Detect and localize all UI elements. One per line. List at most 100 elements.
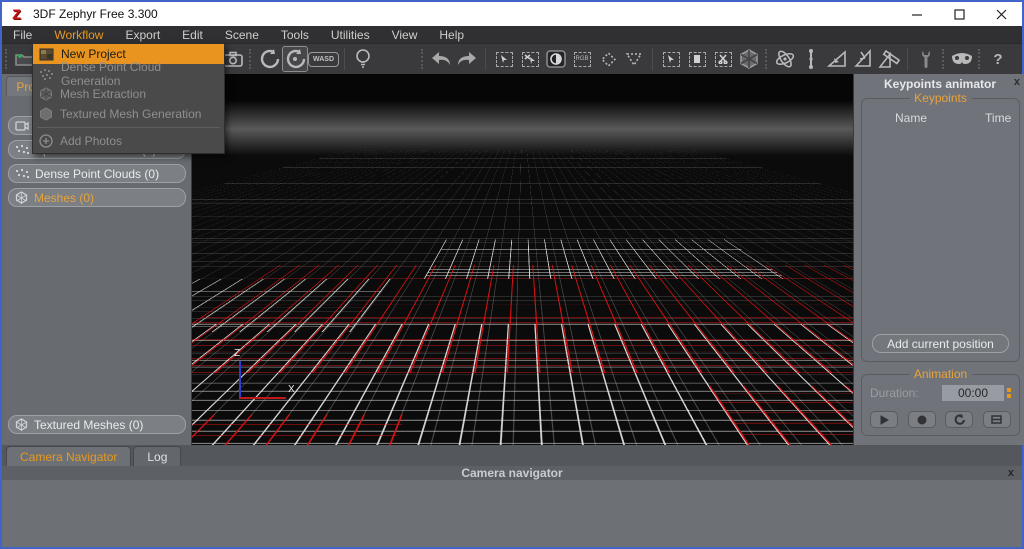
menu-edit[interactable]: Edit: [171, 26, 214, 43]
titlebar: Z 3DF Zephyr Free 3.300: [2, 2, 1022, 26]
select-points-icon[interactable]: [491, 46, 517, 72]
undo-icon[interactable]: [428, 46, 454, 72]
spin-down-icon[interactable]: [1007, 394, 1011, 398]
red-grid-region: [192, 265, 853, 373]
menu-file[interactable]: File: [2, 26, 43, 43]
lasso-selection-icon[interactable]: [595, 46, 621, 72]
textured-meshes-bar[interactable]: Textured Meshes (0): [8, 415, 186, 434]
viewport-sky: [192, 74, 853, 102]
keypoints-groupbox: Keypoints Name Time Add current position: [861, 98, 1020, 362]
menu-item-label: Textured Mesh Generation: [60, 107, 201, 121]
camera-navigator-title: Camera navigator: [461, 466, 562, 480]
horizon-glow: [192, 100, 853, 156]
menu-export[interactable]: Export: [114, 26, 171, 43]
menu-item-label: New Project: [61, 47, 126, 61]
orbit-mode-icon[interactable]: [282, 46, 308, 72]
help-icon[interactable]: ?: [985, 46, 1011, 72]
menu-view[interactable]: View: [381, 26, 429, 43]
dense-cloud-icon: [39, 68, 54, 80]
redo-icon[interactable]: [454, 46, 480, 72]
toolbar-grip[interactable]: [5, 49, 9, 69]
duration-spinner[interactable]: [1007, 388, 1011, 398]
menu-help[interactable]: Help: [428, 26, 475, 43]
deselect-points-icon[interactable]: [517, 46, 543, 72]
ruler-protractor-icon[interactable]: [876, 46, 902, 72]
app-logo-icon: Z: [9, 7, 24, 22]
gizmo-atom-icon[interactable]: [772, 46, 798, 72]
axis-z-label: Z: [234, 348, 240, 359]
align-tool-icon[interactable]: [850, 46, 876, 72]
menu-item-textured-mesh[interactable]: Textured Mesh Generation: [33, 104, 224, 124]
menu-item-label: Mesh Extraction: [60, 87, 146, 101]
panel-close-icon[interactable]: x: [1008, 466, 1014, 480]
record-icon: [917, 415, 927, 425]
rotate-view-icon[interactable]: [256, 46, 282, 72]
point-cloud-icon: [15, 144, 29, 155]
bottom-tab-row: Camera Navigator Log: [2, 445, 1022, 466]
toolbar-grip[interactable]: [765, 49, 769, 69]
menu-item-dense-point-cloud[interactable]: Dense Point Cloud Generation: [33, 64, 224, 84]
play-icon: [880, 415, 889, 425]
menu-item-label: Dense Point Cloud Generation: [61, 60, 218, 88]
lighting-bulb-icon[interactable]: [350, 46, 376, 72]
close-button[interactable]: [980, 2, 1022, 26]
maximize-icon: [954, 9, 965, 20]
menu-item-label: Add Photos: [60, 134, 122, 148]
loop-icon: [953, 414, 965, 425]
keypoints-animator-title: Keypoints animator: [854, 77, 1024, 91]
menu-workflow[interactable]: Workflow: [43, 26, 114, 43]
add-photos-icon: [39, 134, 53, 148]
toolbar-grip[interactable]: [978, 49, 982, 69]
wasd-mode-button[interactable]: WASD: [308, 52, 339, 67]
section-label: Dense Point Clouds (0): [35, 167, 159, 181]
spin-up-icon[interactable]: [1007, 388, 1011, 392]
polygon-selection-icon[interactable]: [621, 46, 647, 72]
maximize-button[interactable]: [938, 2, 980, 26]
column-name[interactable]: Name: [895, 111, 927, 125]
menu-bar: File Workflow Export Edit Scene Tools Ut…: [2, 26, 1022, 43]
axis-x-label: X: [288, 384, 295, 395]
menu-utilities[interactable]: Utilities: [320, 26, 381, 43]
viewport-3d[interactable]: Z X: [192, 74, 853, 445]
add-current-position-button[interactable]: Add current position: [872, 334, 1009, 353]
camera-icon: [15, 120, 29, 131]
mask-icon[interactable]: [949, 46, 975, 72]
toolbar-grip[interactable]: [249, 49, 253, 69]
point-cloud-icon: [15, 168, 29, 179]
new-project-icon: [39, 48, 54, 61]
control-point-icon[interactable]: [824, 46, 850, 72]
minimize-button[interactable]: [896, 2, 938, 26]
measure-pole-icon[interactable]: [798, 46, 824, 72]
select-connected-icon[interactable]: [658, 46, 684, 72]
duration-field[interactable]: 00:00: [942, 385, 1004, 401]
record-button[interactable]: [908, 411, 936, 428]
export-video-button[interactable]: [983, 411, 1011, 428]
film-icon: [991, 415, 1002, 424]
mesh-filter-icon[interactable]: [736, 46, 762, 72]
meshes-bar[interactable]: Meshes (0): [8, 188, 186, 207]
column-time[interactable]: Time: [985, 111, 1011, 125]
tab-camera-navigator[interactable]: Camera Navigator: [6, 446, 131, 466]
panel-close-icon[interactable]: x: [1014, 76, 1020, 88]
textured-mesh-icon: [39, 107, 53, 121]
play-button[interactable]: [870, 411, 898, 428]
select-by-color-icon[interactable]: RGB: [569, 46, 595, 72]
invert-selection-icon[interactable]: [543, 46, 569, 72]
workflow-dropdown-menu: New Project Dense Point Cloud Generation…: [32, 43, 225, 154]
tab-log[interactable]: Log: [133, 446, 181, 466]
menu-tools[interactable]: Tools: [270, 26, 320, 43]
section-label: Textured Meshes (0): [34, 418, 143, 432]
loop-button[interactable]: [945, 411, 973, 428]
mesh-cube-icon: [15, 191, 28, 204]
copy-selection-icon[interactable]: [684, 46, 710, 72]
toolbar-grip[interactable]: [421, 49, 425, 69]
section-label: Meshes (0): [34, 191, 94, 205]
menu-scene[interactable]: Scene: [214, 26, 270, 43]
camera-navigator-panel: Camera navigator x: [2, 466, 1022, 547]
axis-z-line: [239, 361, 241, 399]
cut-selection-icon[interactable]: [710, 46, 736, 72]
menu-item-add-photos[interactable]: Add Photos: [33, 131, 224, 151]
settings-wrench-icon[interactable]: [913, 46, 939, 72]
dense-point-clouds-bar[interactable]: Dense Point Clouds (0): [8, 164, 186, 183]
toolbar-grip[interactable]: [942, 49, 946, 69]
